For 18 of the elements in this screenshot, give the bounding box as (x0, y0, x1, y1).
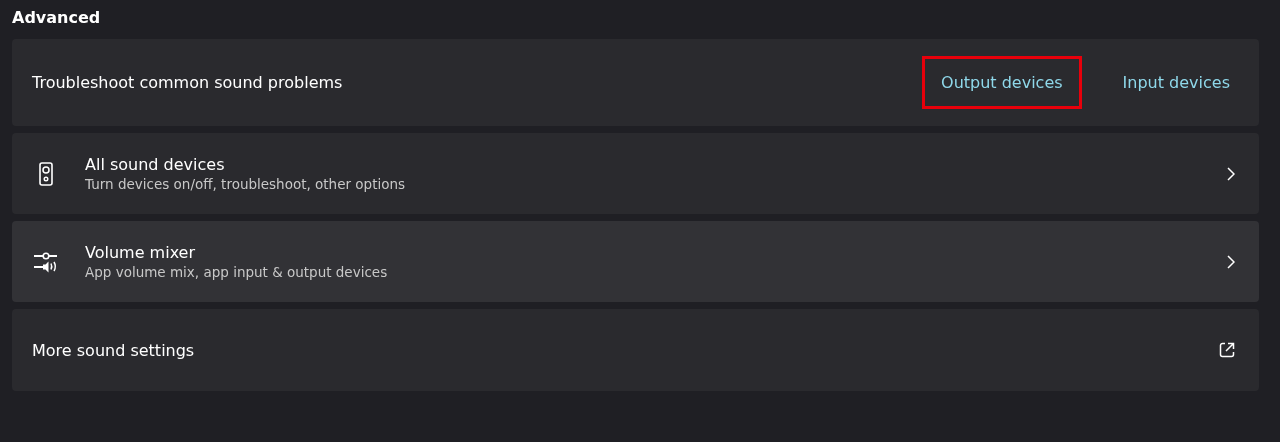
link[interactable]: Output devices (922, 56, 1082, 109)
settings-card[interactable]: Volume mixer App volume mix, app input & output devices (12, 221, 1259, 302)
mixer-icon (33, 250, 59, 273)
row-title: More sound settings (32, 340, 196, 360)
settings-card[interactable]: Troubleshoot common sound problems Output devices Input devices (12, 39, 1259, 126)
speaker-icon (39, 161, 53, 186)
row-title: Troubleshoot common sound problems (32, 73, 344, 92)
link[interactable]: Input devices (1103, 56, 1233, 109)
settings-card[interactable]: All sound devices Turn devices on/off, troubleshoot, other options (12, 133, 1259, 214)
section-title: Advanced (12, 8, 102, 27)
chevron-right-icon (1227, 166, 1235, 181)
row-description: Turn devices on/off, troubleshoot, other options (85, 176, 407, 192)
row-title: All sound devices (85, 155, 226, 174)
settings-card[interactable]: More sound settings (12, 309, 1259, 391)
external-link-icon (1219, 342, 1235, 358)
row-title: Volume mixer (85, 243, 197, 262)
row-description: App volume mix, app input & output devices (85, 264, 389, 280)
chevron-right-icon (1227, 254, 1235, 269)
